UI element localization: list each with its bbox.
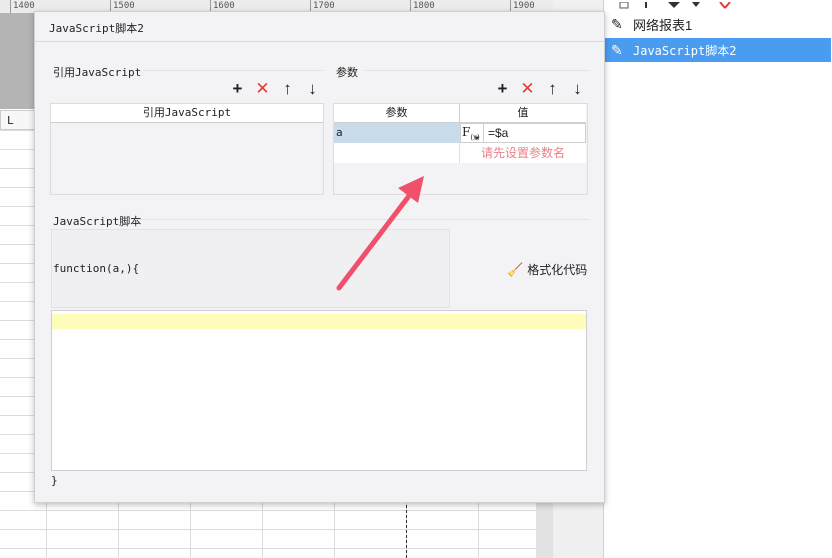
ref-js-toolbar: + ✕ ↑ ↓ [225, 79, 325, 98]
delete-param-button[interactable]: ✕ [515, 79, 540, 98]
widget-item-label: JavaScript脚本2 [633, 43, 737, 58]
param-name-header: 参数 [334, 104, 460, 123]
move-down-param-button[interactable]: ↓ [565, 79, 590, 98]
section-rule [135, 219, 589, 220]
brush-icon: 🧹 [507, 261, 524, 277]
ref-js-column-header: 引用JavaScript [51, 104, 323, 123]
grid-row-line [0, 548, 553, 549]
ref-js-section-label: 引用JavaScript [53, 66, 142, 79]
function-closing-brace: } [51, 474, 58, 487]
param-value-header: 值 [460, 104, 586, 123]
grid-col-line [46, 500, 47, 558]
param-value-input[interactable]: =$a [483, 124, 584, 142]
format-code-label: 格式化代码 [527, 263, 588, 277]
add-ref-button[interactable]: + [225, 79, 250, 98]
param-name-cell[interactable]: a [334, 123, 460, 143]
new-param-name-cell[interactable] [334, 143, 460, 163]
move-down-ref-button[interactable]: ↓ [300, 79, 325, 98]
active-line-highlight [52, 314, 586, 329]
params-toolbar: + ✕ ↑ ↓ [490, 79, 590, 98]
grid-col-line [262, 500, 263, 558]
function-signature-area: function(a,){ [51, 229, 450, 308]
widget-toolbar [604, 0, 832, 9]
format-code-button[interactable]: 🧹 格式化代码 [507, 261, 587, 278]
script-section-label: JavaScript脚本 [53, 215, 142, 228]
grid-col-line [190, 500, 191, 558]
page-break-line [406, 500, 407, 558]
grid-col-line [478, 500, 479, 558]
code-editor[interactable] [51, 310, 587, 471]
dialog-title: JavaScript脚本2 [49, 22, 144, 35]
ref-js-list[interactable]: 引用JavaScript [50, 103, 324, 195]
pencil-icon: ✎ [611, 15, 623, 32]
function-signature: function(a,){ [53, 262, 140, 275]
params-table: 参数 值 a F(x) ▼ =$a 请先设置参数名 [333, 103, 588, 195]
chevron-down-icon[interactable]: ▼ [474, 136, 480, 142]
title-divider [35, 41, 604, 42]
widget-item-network-report[interactable]: ✎ 网络报表1 [605, 12, 831, 36]
move-up-param-button[interactable]: ↑ [540, 79, 565, 98]
section-rule [365, 70, 589, 71]
widget-list-panel: ✎ 网络报表1 ✎ JavaScript脚本2 [603, 0, 832, 558]
grid-row-line [0, 510, 553, 511]
widget-item-label: 网络报表1 [633, 17, 693, 33]
grid-col-line [118, 500, 119, 558]
grid-col-line [334, 500, 335, 558]
pencil-icon: ✎ [611, 41, 623, 58]
param-value-cell: F(x) ▼ =$a [460, 123, 586, 143]
grid-row-line [0, 529, 553, 530]
toolbar-icons-partial [619, 1, 731, 9]
delete-ref-button[interactable]: ✕ [250, 79, 275, 98]
params-section-label: 参数 [336, 67, 358, 79]
param-placeholder-hint: 请先设置参数名 [460, 143, 586, 163]
section-rule [143, 70, 323, 71]
ruler-tick: 1400 [10, 0, 35, 13]
javascript-dialog: JavaScript脚本2 引用JavaScript + ✕ ↑ ↓ 引用Jav… [34, 11, 605, 503]
add-param-button[interactable]: + [490, 79, 515, 98]
widget-item-js-script[interactable]: ✎ JavaScript脚本2 [605, 38, 831, 62]
column-header: L [0, 110, 36, 130]
move-up-ref-button[interactable]: ↑ [275, 79, 300, 98]
